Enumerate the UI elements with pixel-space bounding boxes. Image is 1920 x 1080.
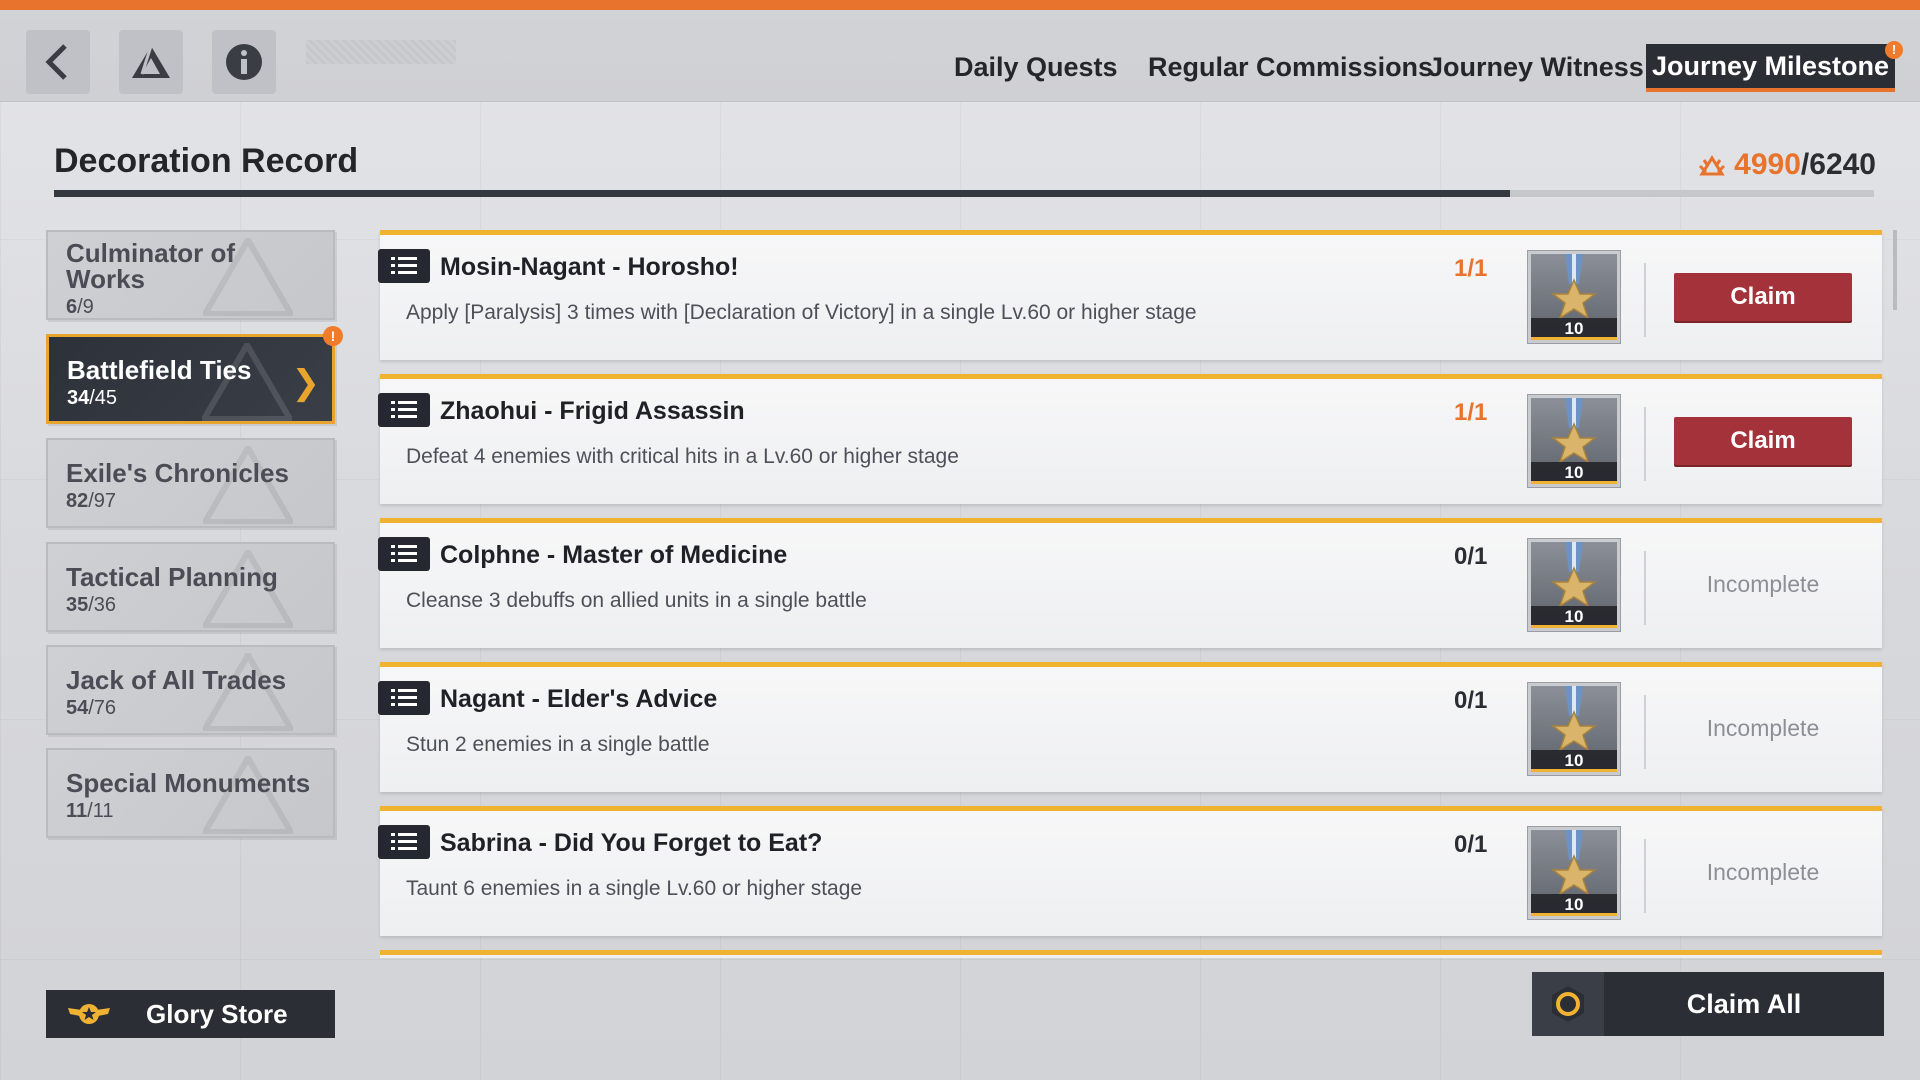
claim-all-label: Claim All xyxy=(1686,988,1802,1019)
quest-card: Sabrina - Did You Forget to Eat? Taunt 6 … xyxy=(378,806,1882,936)
quest-description: Stun 2 enemies in a single battle xyxy=(406,733,710,756)
list-icon xyxy=(378,681,430,715)
page-title: Decoration Record xyxy=(54,142,359,180)
claim-all-button[interactable]: Claim All xyxy=(1532,972,1884,1036)
back-button[interactable] xyxy=(26,30,90,94)
tab-journey-milestone[interactable]: Journey Milestone ! xyxy=(1646,41,1904,92)
back-arrow-icon xyxy=(45,44,67,80)
sidebar-item[interactable]: Jack of All Trades 54/76 xyxy=(46,645,335,735)
info-icon xyxy=(226,44,262,80)
ring-icon xyxy=(1552,986,1584,1022)
reward-quantity: 10 xyxy=(1531,750,1617,772)
claim-button[interactable]: Claim xyxy=(1674,273,1852,321)
category-notification-badge: ! xyxy=(323,326,343,346)
emblem-watermark-icon xyxy=(203,653,293,731)
reward-quantity: 10 xyxy=(1531,606,1617,628)
reward-quantity: 10 xyxy=(1531,462,1617,484)
quest-description: Apply [Paralysis] 3 times with [Declarat… xyxy=(406,301,1197,324)
progress-fill xyxy=(54,190,1510,197)
card-divider xyxy=(1644,551,1646,625)
list-icon xyxy=(378,249,430,283)
sidebar-item[interactable]: Battlefield Ties 34/45 ❯ xyxy=(46,334,335,424)
medal-icon xyxy=(1550,254,1598,320)
incomplete-status: Incomplete xyxy=(1706,859,1820,885)
emblem-watermark-icon xyxy=(203,756,293,834)
reward-quantity: 10 xyxy=(1531,894,1617,916)
score-total: /6240 xyxy=(1800,148,1876,181)
laurel-icon xyxy=(1699,155,1726,176)
sidebar-item[interactable]: Culminator of Works 6/9 xyxy=(46,230,335,320)
sidebar-item[interactable]: Exile's Chronicles 82/97 xyxy=(46,438,335,528)
quest-progress: 0/1 xyxy=(1454,543,1488,570)
quest-title: Colphne - Master of Medicine xyxy=(440,541,788,569)
top-accent-strip xyxy=(0,0,1920,10)
winged-star-icon xyxy=(68,1004,110,1024)
card-divider xyxy=(1644,839,1646,913)
quest-card: Mosin-Nagant - Horosho! Apply [Paralysis]… xyxy=(378,230,1882,360)
medal-icon xyxy=(1550,542,1598,608)
card-divider xyxy=(1644,263,1646,337)
incomplete-status: Incomplete xyxy=(1706,715,1820,741)
quest-title: Zhaohui - Frigid Assassin xyxy=(440,397,745,425)
triangle-logo-icon xyxy=(132,45,170,78)
claim-all-icon-wrap xyxy=(1532,972,1604,1036)
tab-regular-commissions[interactable]: Regular Commissions xyxy=(1148,52,1433,83)
quest-title: Sabrina - Did You Forget to Eat? xyxy=(440,829,823,857)
quest-title: Mosin-Nagant - Horosho! xyxy=(440,253,739,281)
glory-store-button[interactable]: Glory Store xyxy=(46,990,335,1038)
glory-store-label: Glory Store xyxy=(146,998,288,1029)
notification-badge: ! xyxy=(1885,41,1904,59)
claim-button[interactable]: Claim xyxy=(1674,417,1852,465)
score-counter: 4990/6240 xyxy=(1698,148,1876,182)
quest-description: Defeat 4 enemies with critical hits in a… xyxy=(406,445,959,468)
list-icon xyxy=(378,825,430,859)
emblem-watermark-icon xyxy=(202,343,292,421)
quest-card: Colphne - Master of Medicine Cleanse 3 de… xyxy=(378,518,1882,648)
card-divider xyxy=(1644,407,1646,481)
tab-journey-witness[interactable]: Journey Witness xyxy=(1428,52,1644,83)
tab-label: Journey Milestone xyxy=(1652,51,1890,81)
sidebar-item[interactable]: Tactical Planning 35/36 xyxy=(46,542,335,632)
chevron-right-icon: ❯ xyxy=(291,364,321,402)
overall-progress-bar xyxy=(54,190,1874,197)
next-quest-card-edge xyxy=(380,950,1882,958)
medal-reward[interactable]: 10 xyxy=(1528,539,1620,631)
medal-icon xyxy=(1550,398,1598,464)
logo-button[interactable] xyxy=(119,30,183,94)
top-bar: Daily Quests Regular Commissions Journey… xyxy=(0,10,1920,102)
emblem-watermark-icon xyxy=(203,238,293,316)
quest-progress: 0/1 xyxy=(1454,831,1488,858)
sidebar-item[interactable]: Special Monuments 11/11 xyxy=(46,748,335,838)
emblem-watermark-icon xyxy=(203,550,293,628)
quest-progress: 0/1 xyxy=(1454,687,1488,714)
medal-icon xyxy=(1550,830,1598,896)
reward-quantity: 10 xyxy=(1531,318,1617,340)
quest-progress: 1/1 xyxy=(1454,399,1488,426)
medal-reward[interactable]: 10 xyxy=(1528,251,1620,343)
medal-reward[interactable]: 10 xyxy=(1528,683,1620,775)
score-current: 4990 xyxy=(1734,148,1801,181)
quest-description: Taunt 6 enemies in a single Lv.60 or hig… xyxy=(406,877,863,900)
quest-description: Cleanse 3 debuffs on allied units in a s… xyxy=(406,589,867,612)
medal-icon xyxy=(1550,686,1598,752)
emblem-watermark-icon xyxy=(203,446,293,524)
quest-scrollbar[interactable] xyxy=(1893,230,1897,310)
decorative-hatch xyxy=(306,40,456,64)
list-icon xyxy=(378,393,430,427)
tab-daily-quests[interactable]: Daily Quests xyxy=(954,52,1118,83)
list-icon xyxy=(378,537,430,571)
quest-progress: 1/1 xyxy=(1454,255,1488,282)
incomplete-status: Incomplete xyxy=(1706,571,1820,597)
info-button[interactable] xyxy=(212,30,276,94)
quest-title: Nagant - Elder's Advice xyxy=(440,685,718,713)
medal-reward[interactable]: 10 xyxy=(1528,395,1620,487)
medal-reward[interactable]: 10 xyxy=(1528,827,1620,919)
card-divider xyxy=(1644,695,1646,769)
quest-card: Nagant - Elder's Advice Stun 2 enemies in… xyxy=(378,662,1882,792)
quest-card: Zhaohui - Frigid Assassin Defeat 4 enemie… xyxy=(378,374,1882,504)
